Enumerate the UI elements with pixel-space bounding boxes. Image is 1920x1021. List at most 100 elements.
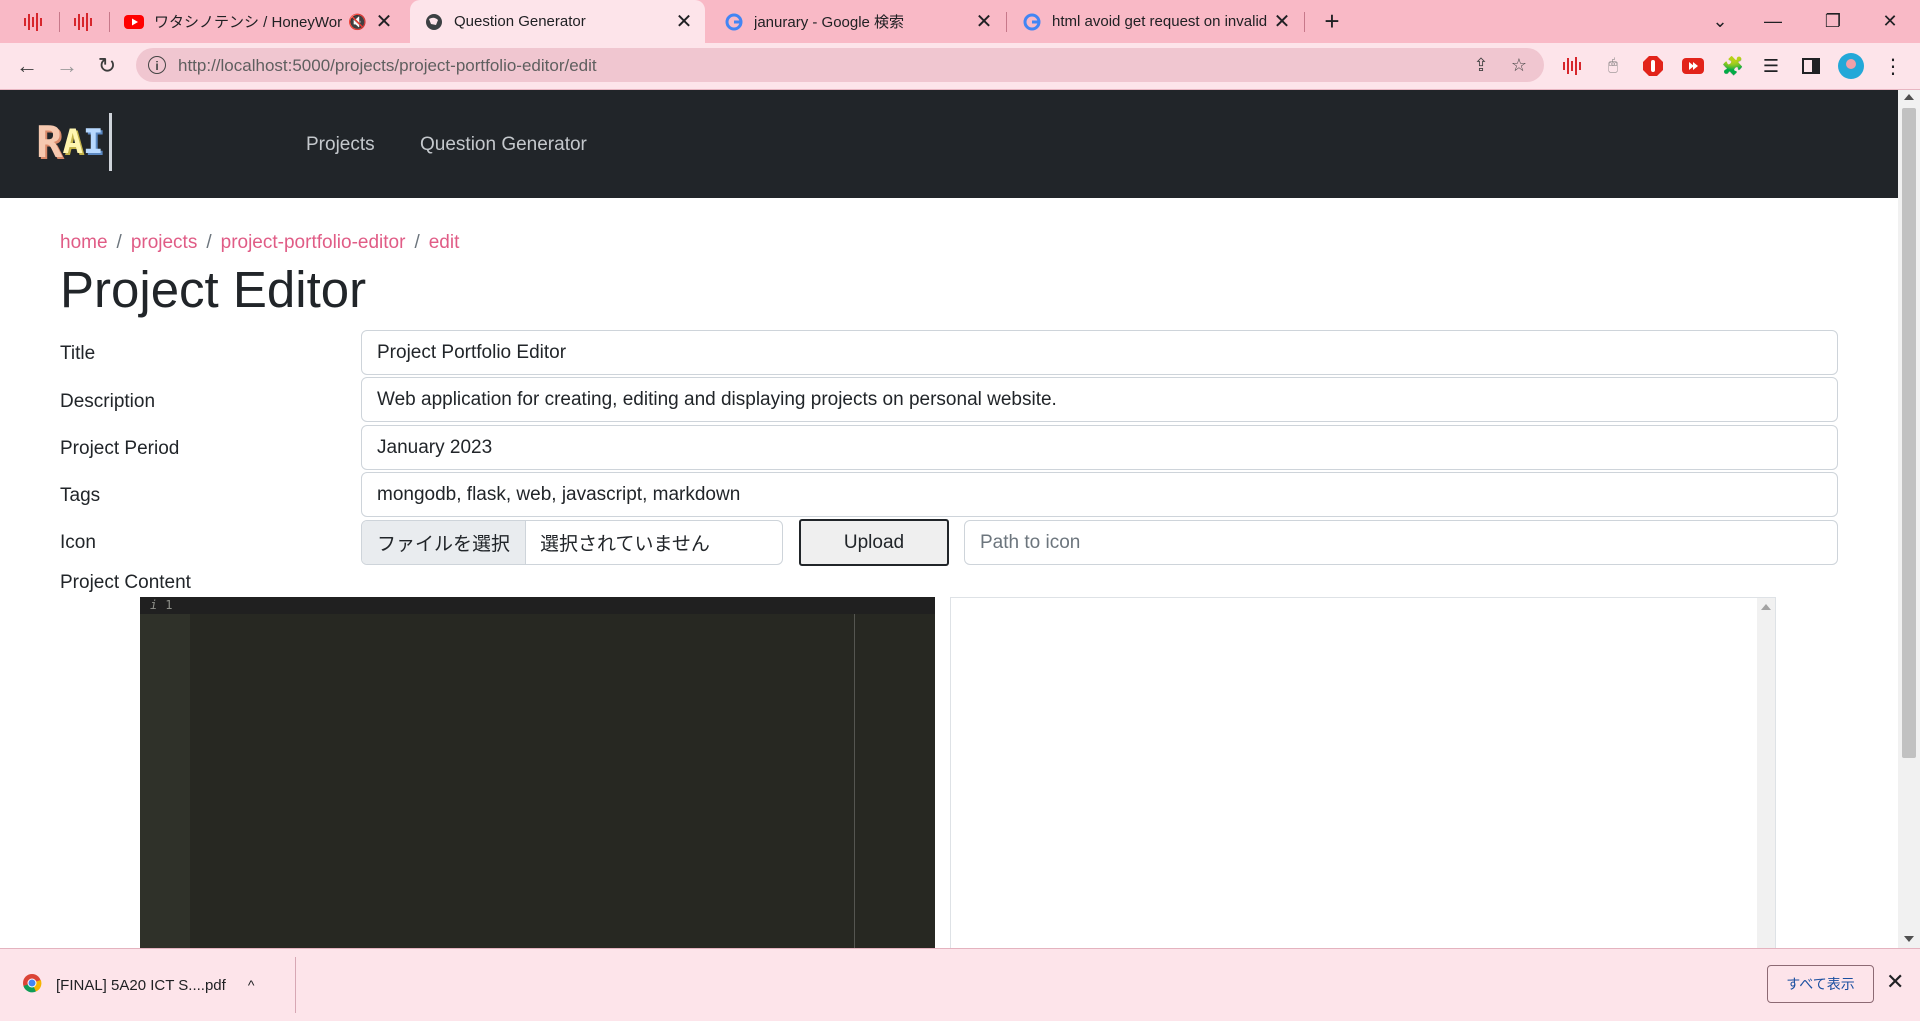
soundwave-icon: [74, 13, 92, 31]
tab-separator: [1006, 12, 1007, 32]
logo-cursor: [109, 113, 113, 171]
video-extension-icon[interactable]: [1680, 53, 1706, 79]
reload-button[interactable]: ↻: [92, 51, 122, 81]
editor-line-number: i1: [150, 598, 172, 612]
scroll-up-arrow-icon[interactable]: [1761, 604, 1771, 610]
back-button[interactable]: ←: [12, 51, 42, 81]
google-icon: [724, 12, 744, 32]
breadcrumb-edit[interactable]: edit: [429, 232, 460, 253]
project-content-label: Project Content: [60, 572, 191, 593]
breadcrumb-project[interactable]: project-portfolio-editor: [221, 232, 406, 253]
breadcrumb-separator: /: [206, 232, 212, 253]
tab-close-icon[interactable]: ✕: [973, 9, 995, 34]
tab-title: janurary - Google 検索: [754, 14, 905, 31]
close-window-button[interactable]: ✕: [1870, 4, 1910, 38]
logo-letter: A: [62, 122, 83, 162]
editor-print-margin: [854, 614, 855, 949]
tab-google-html[interactable]: html avoid get request on invalid ✕: [1008, 0, 1303, 43]
description-label: Description: [60, 391, 156, 412]
logo-letter: I: [82, 122, 104, 162]
site-logo[interactable]: R A I: [36, 112, 113, 172]
address-bar[interactable]: i http://localhost:5000/projects/project…: [136, 48, 1544, 82]
media-control-icon[interactable]: ☰: [1758, 53, 1784, 79]
project-period-label: Project Period: [60, 438, 180, 459]
close-shelf-icon[interactable]: ✕: [1886, 969, 1904, 995]
url-text[interactable]: http://localhost:5000/projects/project-p…: [178, 56, 597, 76]
description-field[interactable]: [361, 377, 1838, 422]
soundwave-extension-icon[interactable]: [1560, 53, 1586, 79]
restore-button[interactable]: ❐: [1813, 4, 1853, 38]
no-file-selected-text: 選択されていません: [540, 534, 710, 555]
tab-google-janurary[interactable]: janurary - Google 検索 ✕: [710, 0, 1005, 43]
browser-toolbar: ← → ↻ i http://localhost:5000/projects/p…: [0, 43, 1920, 90]
download-filename: [FINAL] 5A20 ICT S....pdf: [56, 976, 226, 994]
show-all-button[interactable]: すべて表示: [1767, 965, 1874, 1003]
project-period-field[interactable]: [361, 425, 1838, 470]
breadcrumb-separator: /: [414, 232, 420, 253]
extensions-puzzle-icon[interactable]: 🧩: [1720, 53, 1746, 79]
choose-file-button[interactable]: ファイルを選択: [362, 521, 527, 564]
breadcrumb-separator: /: [116, 232, 122, 253]
muted-speaker-icon[interactable]: 🔇: [348, 13, 367, 31]
tab-question-generator[interactable]: Question Generator ✕: [410, 0, 705, 43]
tab-strip: ワタシノテンシ / HoneyWorks[C 🔇 ✕ Question Gene…: [0, 0, 1920, 43]
tab-close-icon[interactable]: ✕: [1271, 9, 1293, 34]
markdown-preview: [950, 597, 1776, 949]
mouse-extension-icon[interactable]: 🖱: [1600, 53, 1626, 79]
download-shelf: [FINAL] 5A20 ICT S....pdf ^ すべて表示 ✕: [0, 948, 1920, 1021]
nav-link-projects[interactable]: Projects: [306, 134, 375, 156]
tab-separator: [59, 12, 60, 32]
download-separator: [295, 957, 296, 1013]
pinned-tab-audio-2[interactable]: [70, 8, 98, 36]
pinned-tab-audio[interactable]: [20, 8, 48, 36]
tab-close-icon[interactable]: ✕: [373, 9, 395, 34]
editor-active-line: [140, 597, 935, 614]
editor-info-icon: i: [150, 598, 158, 612]
logo-letter: R: [36, 116, 63, 168]
icon-label: Icon: [60, 532, 96, 553]
menu-dots-icon[interactable]: ⋮: [1880, 53, 1906, 79]
soundwave-icon: [24, 13, 42, 31]
title-field[interactable]: [361, 330, 1838, 375]
breadcrumb-home[interactable]: home: [60, 232, 108, 253]
site-info-icon[interactable]: i: [148, 56, 166, 74]
scroll-down-arrow-icon[interactable]: [1904, 936, 1914, 942]
youtube-icon: [124, 12, 144, 32]
breadcrumb-projects[interactable]: projects: [131, 232, 198, 253]
upload-button[interactable]: Upload: [799, 519, 949, 566]
title-label: Title: [60, 343, 96, 364]
line-number: 1: [165, 598, 173, 612]
tags-field[interactable]: [361, 472, 1838, 517]
chevron-up-icon[interactable]: ^: [248, 977, 255, 993]
download-item[interactable]: [FINAL] 5A20 ICT S....pdf ^: [22, 971, 254, 999]
tags-label: Tags: [60, 485, 101, 506]
google-icon: [1022, 12, 1042, 32]
nav-link-question-generator[interactable]: Question Generator: [420, 134, 587, 156]
scrollbar-thumb[interactable]: [1902, 108, 1916, 758]
tab-title: ワタシノテンシ / HoneyWorks[C: [154, 14, 343, 31]
scroll-up-arrow-icon[interactable]: [1904, 94, 1914, 100]
adblock-extension-icon[interactable]: [1640, 53, 1666, 79]
globe-icon: [424, 12, 444, 32]
icon-path-field[interactable]: [964, 520, 1838, 565]
preview-scrollbar[interactable]: [1757, 598, 1775, 948]
tab-separator: [1304, 12, 1305, 32]
bookmark-star-icon[interactable]: ☆: [1508, 54, 1530, 76]
minimize-button[interactable]: —: [1753, 4, 1793, 38]
page-scrollbar[interactable]: [1898, 90, 1920, 948]
page-title: Project Editor: [60, 261, 367, 318]
tab-search-dropdown-icon[interactable]: ⌄: [1700, 4, 1740, 38]
markdown-editor[interactable]: i1: [140, 597, 935, 949]
editor-gutter: [140, 597, 190, 949]
share-icon[interactable]: ⇪: [1470, 54, 1492, 76]
profile-avatar[interactable]: [1838, 53, 1864, 79]
tab-close-icon[interactable]: ✕: [673, 9, 695, 34]
icon-file-input[interactable]: ファイルを選択 選択されていません: [361, 520, 783, 565]
forward-button[interactable]: →: [52, 51, 82, 81]
tab-title: Question Generator: [454, 13, 586, 30]
site-navbar: R A I Projects Question Generator: [0, 90, 1898, 198]
side-panel-icon[interactable]: [1798, 53, 1824, 79]
tab-youtube[interactable]: ワタシノテンシ / HoneyWorks[C 🔇 ✕: [110, 0, 405, 43]
new-tab-button[interactable]: +: [1316, 6, 1348, 38]
tab-title: html avoid get request on invalid: [1052, 13, 1268, 30]
